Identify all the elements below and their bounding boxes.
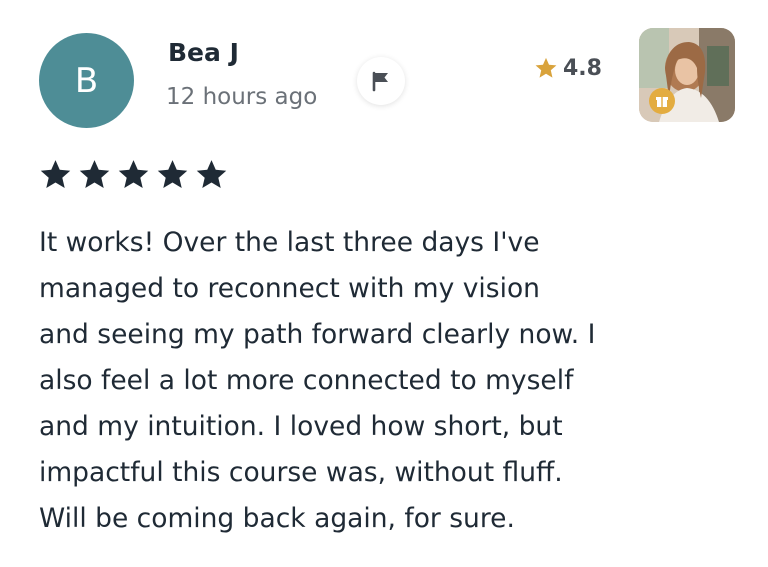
star-icon xyxy=(196,160,227,189)
star-icon xyxy=(79,160,110,189)
star-icon xyxy=(40,160,71,189)
review-text-line: It works! Over the last three days I've xyxy=(39,227,540,258)
review-stars xyxy=(38,158,229,192)
review-timestamp: 12 hours ago xyxy=(166,84,318,110)
gift-icon xyxy=(656,97,668,107)
course-rating: 4.8 xyxy=(533,56,602,81)
review-text-line: managed to reconnect with my vision xyxy=(39,273,540,304)
review-text-line: impactful this course was, without fluff… xyxy=(39,457,563,488)
avatar-initial: B xyxy=(74,60,99,101)
reviewer-name[interactable]: Bea J xyxy=(168,38,239,67)
star-icon xyxy=(118,160,149,189)
course-badge xyxy=(649,88,675,114)
flag-icon xyxy=(372,71,388,92)
course-thumbnail[interactable] xyxy=(639,28,735,122)
review-text: It works! Over the last three days I've m… xyxy=(39,220,729,542)
star-icon xyxy=(157,160,188,189)
review-text-line: and my intuition. I loved how short, but xyxy=(39,411,563,442)
course-rating-value: 4.8 xyxy=(563,56,602,81)
star-icon xyxy=(535,57,557,78)
avatar[interactable]: B xyxy=(39,33,134,128)
report-button[interactable] xyxy=(357,57,405,105)
review-text-line: also feel a lot more connected to myself xyxy=(39,365,574,396)
review-text-line: Will be coming back again, for sure. xyxy=(39,503,515,534)
review-text-line: and seeing my path forward clearly now. … xyxy=(39,319,596,350)
